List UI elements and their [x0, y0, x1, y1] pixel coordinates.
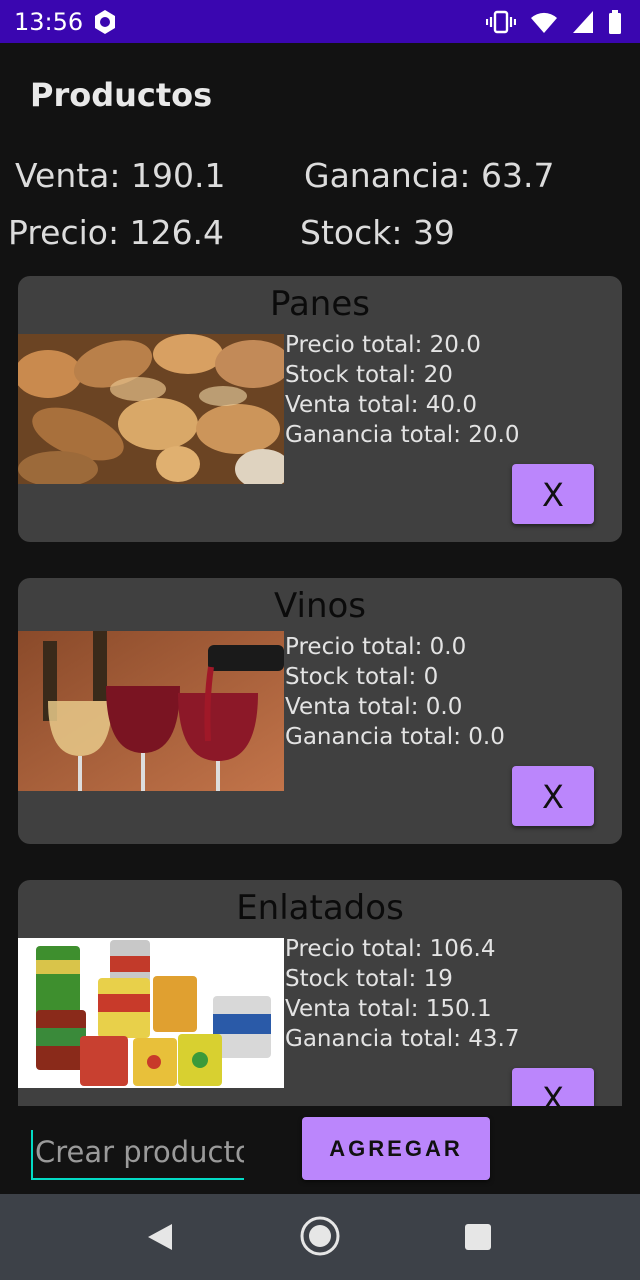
product-image-bread: [18, 334, 284, 484]
product-card[interactable]: Vinos Precio total: 0.0 Stock total: 0 V…: [18, 578, 622, 844]
status-bar: 13:56: [0, 0, 640, 43]
product-info: Precio total: 20.0 Stock total: 20 Venta…: [285, 330, 519, 450]
navigation-bar: [0, 1194, 640, 1280]
product-precio: Precio total: 0.0: [285, 634, 467, 660]
product-image-canned: [18, 938, 284, 1088]
product-info: Precio total: 106.4 Stock total: 19 Vent…: [285, 934, 519, 1054]
product-stock: Stock total: 20: [285, 362, 453, 388]
product-venta: Venta total: 150.1: [285, 996, 492, 1022]
status-icons: [486, 9, 622, 35]
product-venta: Venta total: 0.0: [285, 694, 463, 720]
recents-icon[interactable]: [465, 1224, 491, 1250]
add-button[interactable]: AGREGAR: [302, 1117, 490, 1180]
product-name: Panes: [270, 284, 370, 324]
product-ganancia: Ganancia total: 0.0: [285, 724, 505, 750]
delete-button[interactable]: X: [512, 1068, 594, 1106]
product-precio: Precio total: 106.4: [285, 936, 496, 962]
product-name: Enlatados: [236, 888, 404, 928]
product-ganancia: Ganancia total: 43.7: [285, 1026, 520, 1052]
back-icon[interactable]: [146, 1222, 174, 1252]
signal-icon: [573, 11, 593, 33]
product-ganancia: Ganancia total: 20.0: [285, 422, 520, 448]
page-title: Productos: [30, 76, 213, 114]
vibrate-icon: [486, 10, 516, 34]
home-icon[interactable]: [299, 1215, 341, 1257]
wifi-icon: [531, 12, 557, 33]
status-time: 13:56: [14, 8, 84, 36]
product-info: Precio total: 0.0 Stock total: 0 Venta t…: [285, 632, 505, 752]
delete-button[interactable]: X: [512, 464, 594, 524]
product-stock: Stock total: 19: [285, 966, 453, 992]
summary-precio: Precio: 126.4: [8, 213, 225, 252]
product-card[interactable]: Panes Precio total: 20.0 Stock total: 20: [18, 276, 622, 542]
product-image-wine: [18, 631, 284, 791]
summary-ganancia: Ganancia: 63.7: [304, 156, 555, 195]
product-precio: Precio total: 20.0: [285, 332, 481, 358]
product-name-input[interactable]: [31, 1130, 244, 1180]
product-stock: Stock total: 0: [285, 664, 439, 690]
product-name: Vinos: [273, 586, 367, 626]
add-product-bar: AGREGAR: [0, 1106, 640, 1194]
summary-stock: Stock: 39: [300, 213, 455, 252]
product-venta: Venta total: 40.0: [285, 392, 477, 418]
product-card[interactable]: Enlatados Precio total: 106.4 Stock tota…: [18, 880, 622, 1106]
battery-icon: [609, 10, 621, 34]
summary-venta: Venta: 190.1: [15, 156, 226, 195]
settings-icon: [95, 10, 115, 34]
product-list[interactable]: Panes Precio total: 20.0 Stock total: 20: [0, 262, 640, 1106]
delete-button[interactable]: X: [512, 766, 594, 826]
